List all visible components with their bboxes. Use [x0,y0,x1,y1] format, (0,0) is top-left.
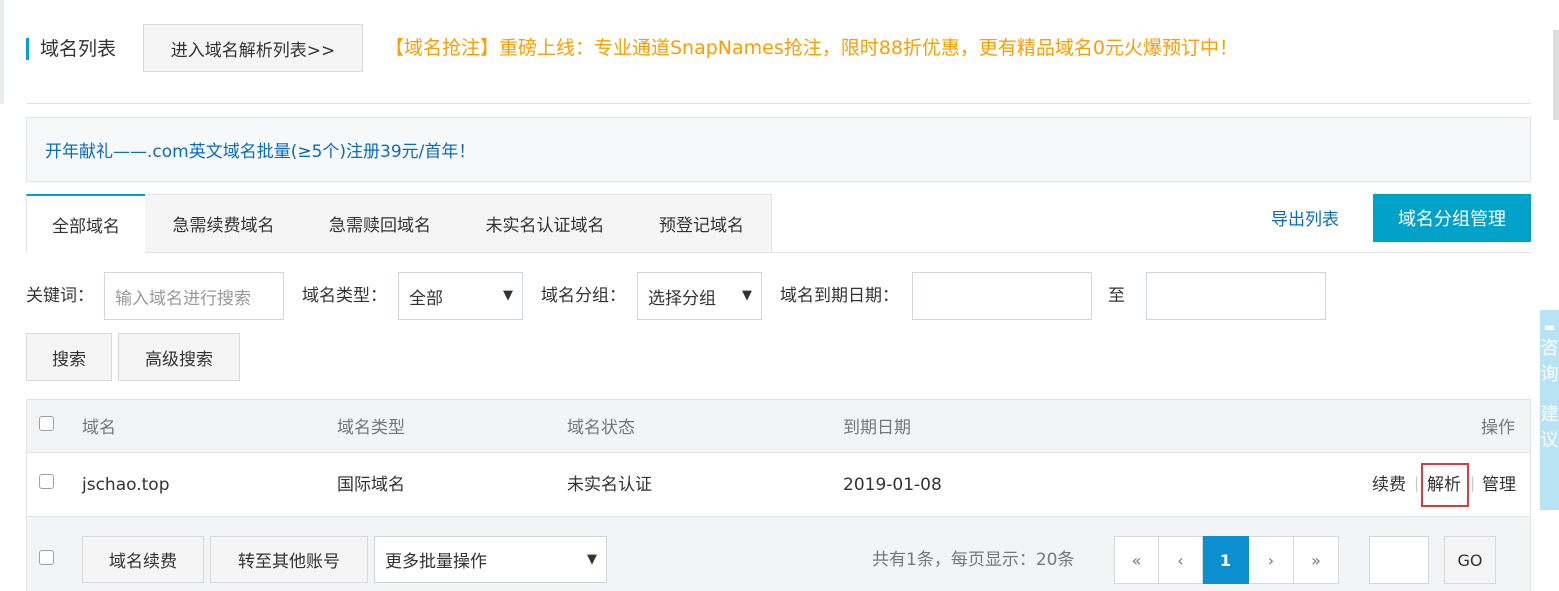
column-header-domain: 域名 [82,418,116,438]
prev-page-button[interactable]: ‹ [1159,536,1203,584]
separator: | [1414,474,1420,492]
float-char: 询 [1540,364,1559,385]
caret-down-icon: ▼ [587,552,597,567]
manage-link[interactable]: 管理 [1482,473,1516,497]
page-1-button[interactable]: 1 [1203,536,1249,584]
expiry-start-date-input[interactable] [912,272,1092,320]
title-accent-bar [26,38,29,60]
separator: | [1470,474,1476,492]
batch-operations-value: 更多批量操作 [385,552,487,572]
float-char: 议 [1540,430,1559,451]
select-all-checkbox[interactable] [39,416,54,431]
domain-type-select[interactable]: 全部 ▼ [398,272,523,320]
search-button[interactable]: 搜索 [26,333,112,381]
expiry-date-cell: 2019-01-08 [843,475,942,495]
transfer-account-button[interactable]: 转至其他账号 [210,536,368,583]
header-divider [26,103,1531,104]
batch-operations-select[interactable]: 更多批量操作 ▼ [374,536,607,583]
expiry-end-date-input[interactable] [1146,272,1326,320]
date-range-to-label: 至 [1108,286,1125,306]
tab-all-domains[interactable]: 全部域名 [26,194,146,253]
domain-renew-button[interactable]: 域名续费 [82,536,204,583]
left-edge-accent [0,0,4,104]
domain-type-cell: 国际域名 [337,475,405,495]
table-row [26,453,1531,517]
row-checkbox[interactable] [39,474,54,489]
tab-preregistered[interactable]: 预登记域名 [632,194,772,253]
expiry-date-label: 域名到期日期： [780,286,899,306]
keyword-label: 关键词： [26,286,94,306]
column-header-expiry: 到期日期 [843,418,911,438]
page-title: 域名列表 [40,38,117,60]
last-page-button[interactable]: » [1294,536,1339,584]
caret-down-icon: ▼ [503,288,513,303]
domain-group-select[interactable]: 选择分组 ▼ [637,272,762,320]
export-list-link[interactable]: 导出列表 [1271,205,1339,230]
notice-link[interactable]: 开年献礼——.com英文域名批量(≥5个)注册39元/首年！ [45,137,475,162]
chat-icon: ▬ [1543,320,1556,334]
enter-dns-list-button[interactable]: 进入域名解析列表>> [143,24,363,72]
goto-page-input[interactable] [1369,536,1429,584]
go-button[interactable]: GO [1444,536,1496,584]
keyword-placeholder: 输入域名进行搜索 [115,288,251,309]
advanced-search-button[interactable]: 高级搜索 [118,333,240,381]
domain-group-value: 选择分组 [648,288,716,309]
domain-type-label: 域名类型： [302,286,387,306]
pagination-summary: 共有1条，每页显示：20条 [872,550,1075,570]
domain-link[interactable]: jschao.top [82,473,169,497]
next-page-button[interactable]: › [1249,536,1294,584]
float-char: 建 [1540,404,1559,425]
tab-renew-urgent[interactable]: 急需续费域名 [145,194,303,253]
first-page-button[interactable]: « [1114,536,1159,584]
domain-group-manage-button[interactable]: 域名分组管理 [1373,194,1531,242]
tab-unverified[interactable]: 未实名认证域名 [458,194,633,253]
notice-bar: 开年献礼——.com英文域名批量(≥5个)注册39元/首年！ [26,117,1531,182]
promo-banner-link[interactable]: 【域名抢注】重磅上线：专业通道SnapNames抢注，限时88折优惠，更有精品域… [385,34,1238,62]
page-scrollbar[interactable] [1553,30,1559,120]
tab-redeem-urgent[interactable]: 急需赎回域名 [302,194,459,253]
column-header-actions: 操作 [1481,418,1515,438]
column-header-type: 域名类型 [337,418,405,438]
highlight-box [1421,463,1469,507]
caret-down-icon: ▼ [742,288,752,303]
column-header-status: 域名状态 [567,418,635,438]
renew-link[interactable]: 续费 [1372,473,1406,497]
domain-group-label: 域名分组： [541,286,626,306]
consult-float-widget[interactable]: ▬ 咨 询 建 议 [1540,310,1559,510]
table-header [26,399,1531,453]
domain-status-link[interactable]: 未实名认证 [567,473,652,497]
float-char: 咨 [1540,338,1559,359]
domain-type-value: 全部 [409,288,443,309]
keyword-search-input[interactable]: 输入域名进行搜索 [104,272,284,320]
footer-select-all-checkbox[interactable] [39,550,54,565]
